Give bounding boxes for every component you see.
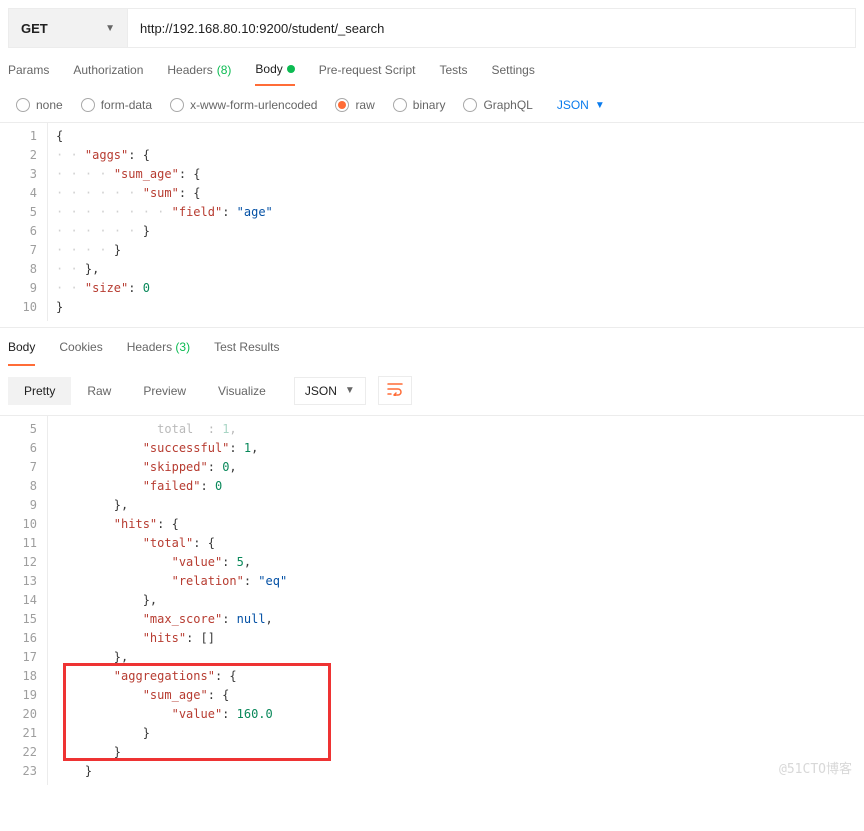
- view-mode-segment: Pretty Raw Preview Visualize: [8, 377, 282, 405]
- http-method-dropdown[interactable]: GET ▼: [8, 8, 128, 48]
- request-tabs: Params Authorization Headers (8) Body Pr…: [0, 48, 864, 86]
- resp-tab-cookies[interactable]: Cookies: [59, 340, 102, 366]
- wrap-lines-button[interactable]: [378, 376, 412, 405]
- request-body-editor[interactable]: 12345678910 {· · "aggs": {· · · · "sum_a…: [0, 122, 864, 321]
- response-tabs: Body Cookies Headers (3) Test Results: [0, 327, 864, 366]
- radio-none[interactable]: none: [16, 98, 63, 112]
- tab-authorization[interactable]: Authorization: [73, 62, 143, 86]
- chevron-down-icon: ▼: [105, 23, 115, 34]
- resp-tab-body[interactable]: Body: [8, 340, 35, 366]
- code-area[interactable]: {· · "aggs": {· · · · "sum_age": {· · · …: [48, 123, 864, 321]
- chevron-down-icon: ▼: [345, 385, 355, 396]
- resp-tab-headers[interactable]: Headers (3): [127, 340, 190, 366]
- raw-type-dropdown[interactable]: JSON▼: [557, 98, 605, 112]
- tab-tests[interactable]: Tests: [439, 62, 467, 86]
- tab-body[interactable]: Body: [255, 62, 294, 86]
- resp-headers-count: (3): [175, 340, 190, 354]
- wrap-icon: [387, 382, 403, 396]
- body-type-options: none form-data x-www-form-urlencoded raw…: [0, 86, 864, 122]
- response-view-toolbar: Pretty Raw Preview Visualize JSON▼: [0, 366, 864, 416]
- radio-graphql[interactable]: GraphQL: [463, 98, 532, 112]
- line-gutter: 567891011121314151617181920212223: [0, 416, 48, 785]
- http-method-value: GET: [21, 21, 48, 36]
- watermark: @51CTO博客: [779, 760, 852, 779]
- resp-tab-tests[interactable]: Test Results: [214, 340, 279, 366]
- view-visualize[interactable]: Visualize: [202, 377, 282, 405]
- line-gutter: 12345678910: [0, 123, 48, 321]
- radio-formdata[interactable]: form-data: [81, 98, 152, 112]
- radio-xwww[interactable]: x-www-form-urlencoded: [170, 98, 317, 112]
- tab-settings[interactable]: Settings: [492, 62, 535, 86]
- url-input[interactable]: [128, 8, 856, 48]
- radio-binary[interactable]: binary: [393, 98, 446, 112]
- tab-params[interactable]: Params: [8, 62, 49, 86]
- radio-raw[interactable]: raw: [335, 98, 374, 112]
- view-pretty[interactable]: Pretty: [8, 377, 71, 405]
- dot-indicator-icon: [287, 65, 295, 73]
- chevron-down-icon: ▼: [595, 100, 605, 111]
- response-body-editor[interactable]: 567891011121314151617181920212223 total …: [0, 416, 864, 785]
- headers-count: (8): [217, 63, 232, 77]
- tab-prerequest[interactable]: Pre-request Script: [319, 62, 416, 86]
- response-type-dropdown[interactable]: JSON▼: [294, 377, 366, 405]
- code-area[interactable]: total : 1, "successful": 1, "skipped": 0…: [48, 416, 864, 785]
- tab-headers[interactable]: Headers (8): [167, 62, 231, 86]
- view-raw[interactable]: Raw: [71, 377, 127, 405]
- view-preview[interactable]: Preview: [127, 377, 202, 405]
